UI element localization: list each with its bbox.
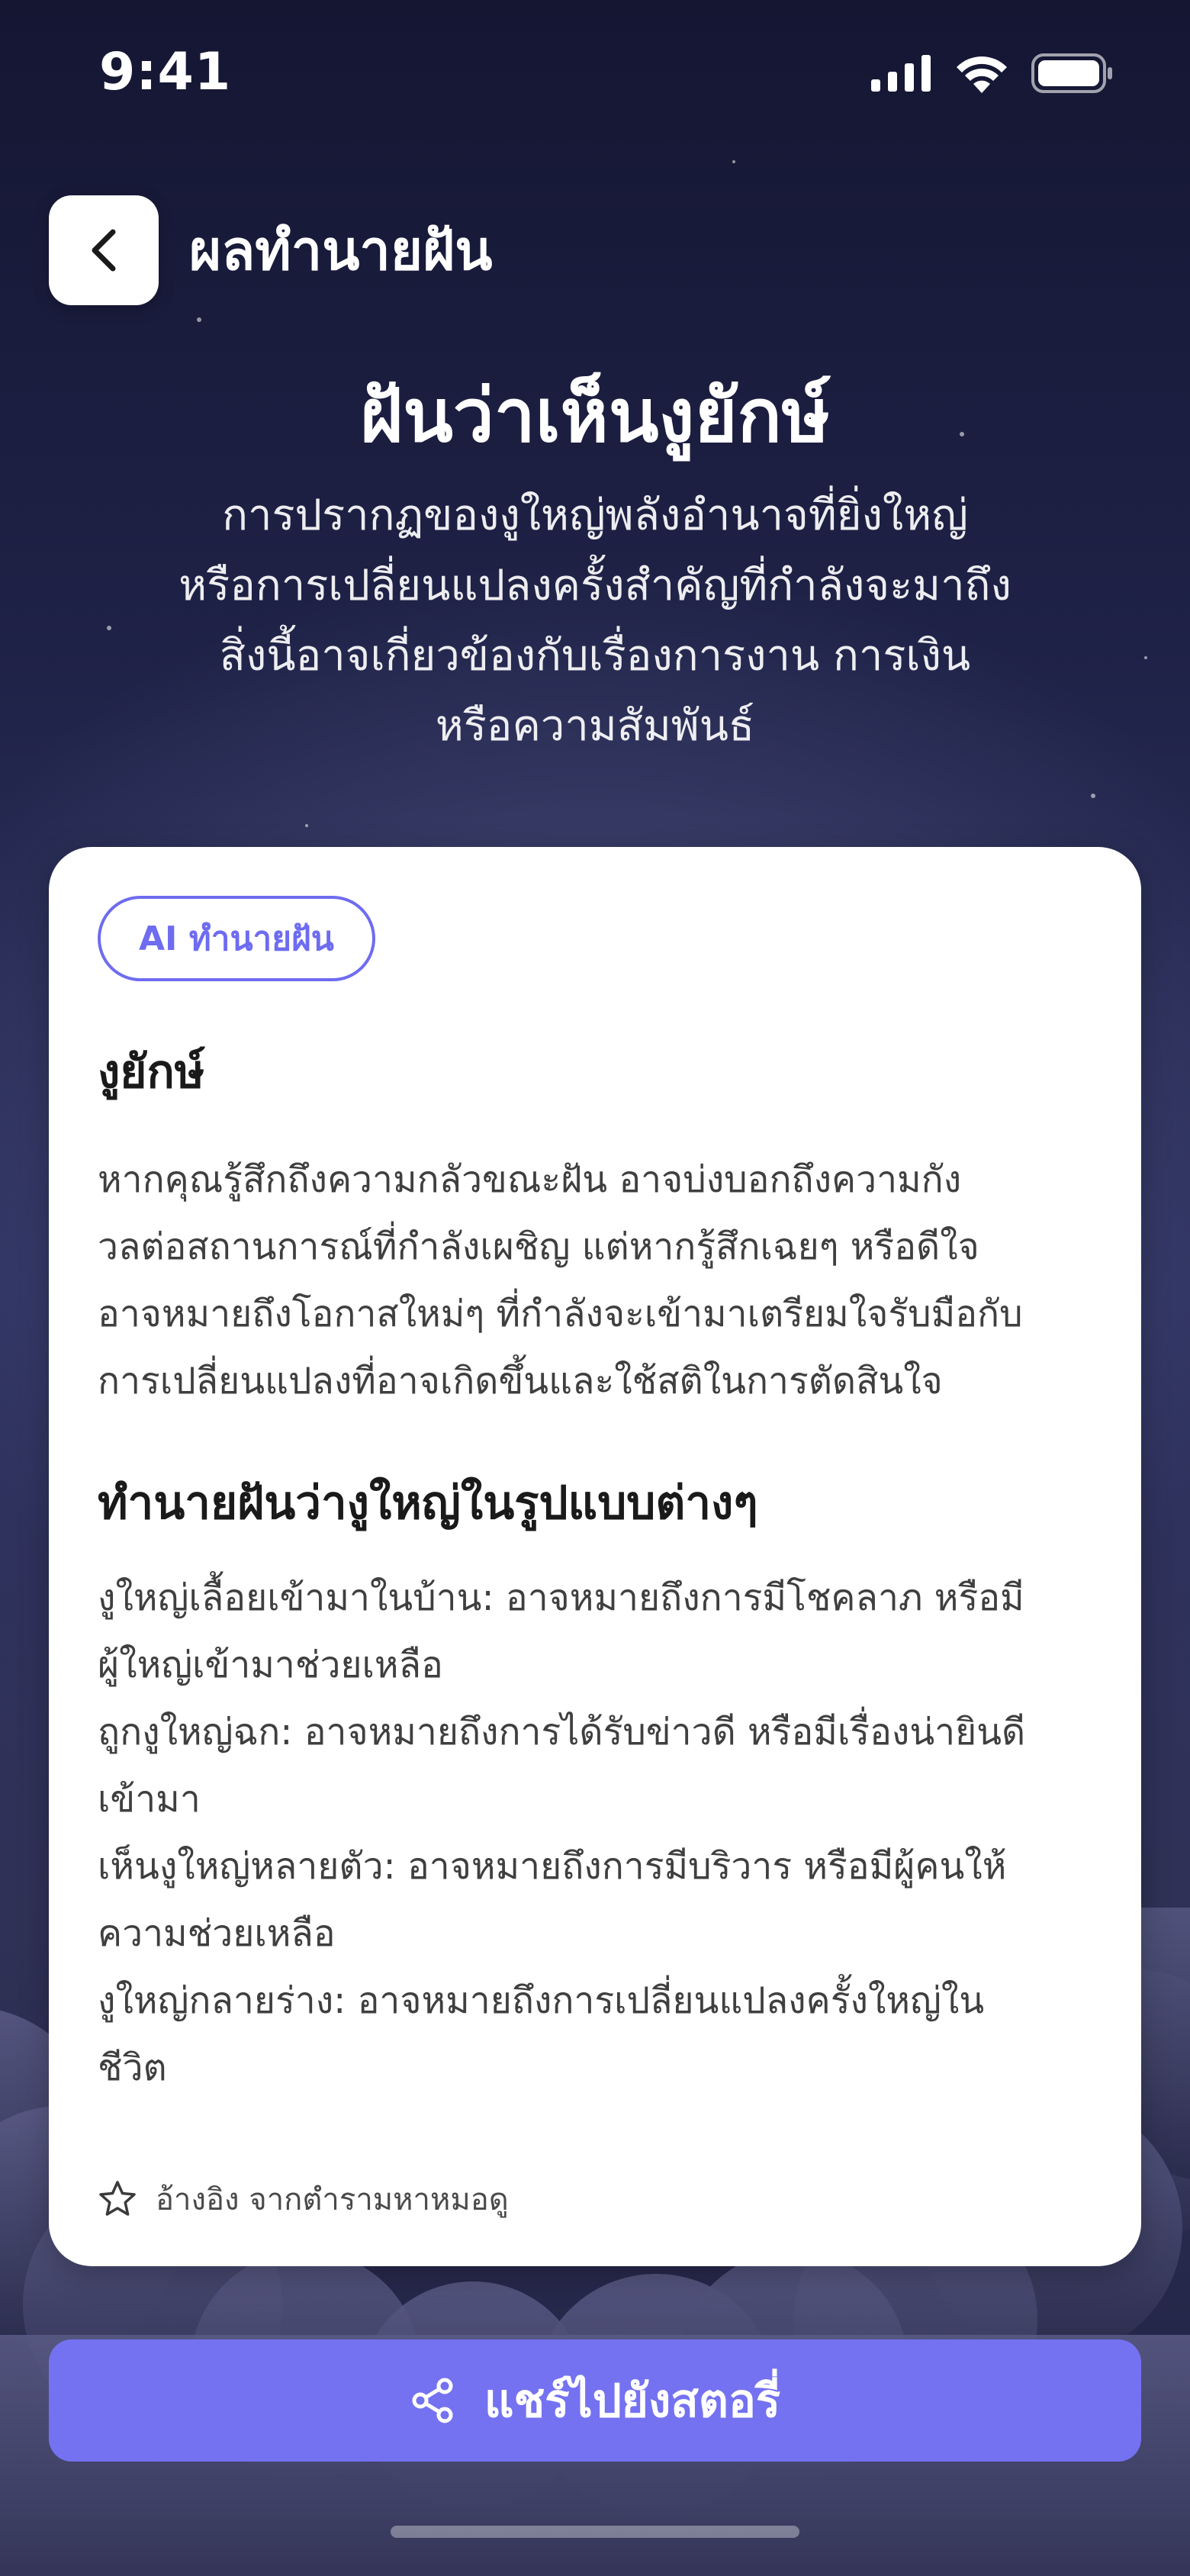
star-decoration xyxy=(305,824,308,827)
prediction-card: AI ทำนายฝัน งูยักษ์ หากคุณรู้สึกถึงความก… xyxy=(49,847,1141,2266)
share-icon xyxy=(412,2378,453,2423)
battery-icon xyxy=(1031,53,1112,93)
list-item: เข้ามา xyxy=(98,1778,201,1821)
dream-result-screen: 9:41 ผลทำนายฝัน ฝันว่าเห็นงูยักษ์ การปรา… xyxy=(0,0,1190,2576)
star-decoration xyxy=(1144,656,1147,659)
list-item: งูใหญ่กลายร่าง: อาจหมายถึงการเปลี่ยนแปลง… xyxy=(98,1979,985,2022)
star-decoration xyxy=(197,317,201,322)
section-title-variants: ทำนายฝันว่างูใหญ่ในรูปแบบต่างๆ xyxy=(98,1476,758,1530)
section-text-line: อาจหมายถึงโอกาสใหม่ๆ ที่กำลังจะเข้ามาเตร… xyxy=(98,1293,1023,1335)
section-title-giant-snake: งูยักษ์ xyxy=(98,1045,205,1099)
dream-summary-line: หรือความสัมพันธ์ xyxy=(435,701,755,751)
section-text-giant-snake: หากคุณรู้สึกถึงความกลัวขณะฝัน อาจบ่งบอกถ… xyxy=(98,1146,1105,1415)
section-text-line: หากคุณรู้สึกถึงความกลัวขณะฝัน อาจบ่งบอกถ… xyxy=(98,1158,962,1201)
list-item: ชีวิต xyxy=(98,2046,167,2089)
dream-summary-line: หรือการเปลี่ยนแปลงครั้งสำคัญที่กำลังจะมา… xyxy=(178,561,1011,610)
ai-badge: AI ทำนายฝัน xyxy=(98,896,375,981)
variant-list: งูใหญ่เลื้อยเข้ามาในบ้าน: อาจหมายถึงการม… xyxy=(98,1564,1105,2101)
wifi-icon xyxy=(957,56,1007,93)
signal-icon xyxy=(871,55,931,92)
list-item: ถูกงูใหญ่ฉก: อาจหมายถึงการได้รับข่าวดี ห… xyxy=(98,1711,1026,1753)
dream-summary-line: สิ่งนี้อาจเกี่ยวข้องกับเรื่องการงาน การเ… xyxy=(219,631,971,681)
back-button[interactable] xyxy=(49,195,159,305)
dream-summary-line: การปรากฏของงูใหญ่พลังอำนาจที่ยิ่งใหญ่ xyxy=(222,491,968,540)
star-decoration xyxy=(1091,794,1095,798)
list-item: งูใหญ่เลื้อยเข้ามาในบ้าน: อาจหมายถึงการม… xyxy=(98,1576,1024,1619)
list-item: ความช่วยเหลือ xyxy=(98,1912,336,1955)
dream-title: ฝันว่าเห็นงูยักษ์ xyxy=(360,373,830,459)
page-title: ผลทำนายฝัน xyxy=(189,218,493,282)
star-decoration xyxy=(732,160,735,163)
status-bar: 9:41 xyxy=(0,0,1190,153)
reference-text: อ้างอิง จากตำรามหาหมอดู xyxy=(156,2182,509,2217)
section-text-line: การเปลี่ยนแปลงที่อาจเกิดขึ้นและใช้สติในก… xyxy=(98,1360,943,1402)
share-to-story-button[interactable]: แชร์ไปยังสตอรี่ xyxy=(49,2339,1141,2462)
dream-summary: การปรากฏของงูใหญ่พลังอำนาจที่ยิ่งใหญ่ หร… xyxy=(107,481,1083,762)
list-item: เห็นงูใหญ่หลายตัว: อาจหมายถึงการมีบริวาร… xyxy=(98,1845,1007,1888)
status-time: 9:41 xyxy=(99,42,232,102)
star-outline-icon xyxy=(99,2181,136,2216)
section-text-line: วลต่อสถานการณ์ที่กำลังเผชิญ แต่หากรู้สึก… xyxy=(98,1225,979,1268)
share-button-label: แชร์ไปยังสตอรี่ xyxy=(484,2374,781,2428)
chevron-left-icon xyxy=(92,229,116,272)
home-indicator[interactable] xyxy=(391,2526,799,2538)
reference: อ้างอิง จากตำรามหาหมอดู xyxy=(98,2175,509,2223)
status-icons xyxy=(871,53,1114,93)
list-item: ผู้ใหญ่เข้ามาช่วยเหลือ xyxy=(98,1644,443,1686)
